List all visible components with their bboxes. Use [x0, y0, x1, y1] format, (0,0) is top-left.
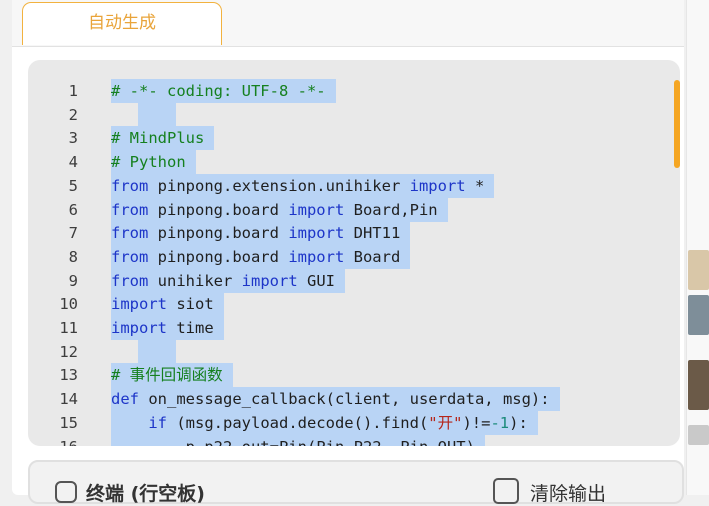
line-number: 13	[59, 366, 78, 385]
line-number: 11	[59, 319, 78, 337]
line-number: 12	[59, 342, 78, 361]
side-thumbnail-1[interactable]	[688, 250, 709, 290]
line-number: 7	[68, 224, 78, 243]
code-text: # MindPlus	[111, 126, 215, 151]
code-text	[138, 339, 176, 364]
code-line[interactable]: 6 from pinpong.board import Board,Pin	[28, 197, 668, 222]
code-text: from pinpong.extension.unihiker import *	[111, 173, 495, 198]
code-line[interactable]: 8 from pinpong.board import Board	[28, 244, 668, 269]
code-line[interactable]: 10 import siot	[28, 292, 668, 317]
line-number: 9	[68, 271, 78, 290]
code-text: from unihiker import GUI	[111, 268, 345, 293]
side-panel-edge	[686, 0, 709, 495]
code-text: p_p22_out=Pin(Pin.P22, Pin.OUT)	[111, 434, 485, 446]
code-line[interactable]: 4 # Python	[28, 150, 668, 175]
clear-output-button[interactable]: 清除输出	[530, 479, 606, 506]
console-title: 终端 (行空板)	[86, 483, 205, 505]
line-number: 8	[68, 247, 78, 266]
line-number: 2	[68, 105, 78, 124]
code-line[interactable]: 9 from unihiker import GUI	[28, 268, 668, 293]
editor-scrollbar[interactable]	[674, 80, 680, 168]
code-text: # -*- coding: UTF-8 -*-	[111, 79, 336, 103]
code-text: # 事件回调函数	[111, 363, 233, 388]
code-text: # Python	[111, 150, 196, 175]
code-line[interactable]: 13 # 事件回调函数	[28, 363, 668, 388]
code-line[interactable]: 2	[28, 102, 668, 127]
line-number: 16	[28, 435, 78, 447]
code-text: import time	[111, 316, 224, 340]
code-text: if (msg.payload.decode().find("开")!=-1):	[111, 410, 538, 435]
line-number: 4	[68, 153, 78, 172]
code-line[interactable]: 7 from pinpong.board import DHT11	[28, 221, 668, 246]
code-line[interactable]: 1 # -*- coding: UTF-8 -*-	[28, 79, 668, 103]
code-line[interactable]: 5 from pinpong.extension.unihiker import …	[28, 173, 668, 198]
code-text: import siot	[111, 292, 224, 317]
code-text	[138, 102, 176, 127]
code-text: from pinpong.board import Board	[111, 244, 411, 269]
code-line[interactable]: 14 def on_message_callback(client, userda…	[28, 387, 668, 412]
line-number: 10	[59, 295, 78, 314]
line-number: 6	[68, 200, 78, 219]
broom-icon[interactable]	[493, 478, 519, 504]
code-line[interactable]: 3 # MindPlus	[28, 126, 668, 151]
side-thumbnail-4[interactable]	[688, 425, 709, 445]
code-line[interactable]: 11 import time	[28, 316, 668, 340]
link-icon	[55, 481, 77, 503]
code-text: def on_message_callback(client, userdata…	[111, 387, 560, 412]
tab-auto-generate[interactable]: 自动生成	[22, 2, 222, 45]
line-number: 3	[68, 129, 78, 148]
side-thumbnail-3[interactable]	[688, 360, 709, 410]
code-line[interactable]: 16 p_p22_out=Pin(Pin.P22, Pin.OUT)	[28, 434, 668, 447]
code-text: from pinpong.board import Board,Pin	[111, 197, 448, 222]
code-line[interactable]: 12	[28, 339, 668, 364]
line-number: 1	[68, 82, 78, 100]
line-number: 5	[68, 176, 78, 195]
side-thumbnail-2[interactable]	[688, 295, 709, 335]
line-number: 15	[59, 413, 78, 432]
code-line[interactable]: 15 if (msg.payload.decode().find("开")!=-…	[28, 410, 668, 435]
code-editor[interactable]: 1 # -*- coding: UTF-8 -*- 2 3 # MindPlus 4 # P…	[28, 60, 680, 446]
line-number: 14	[59, 390, 78, 409]
code-text: from pinpong.board import DHT11	[111, 221, 411, 246]
